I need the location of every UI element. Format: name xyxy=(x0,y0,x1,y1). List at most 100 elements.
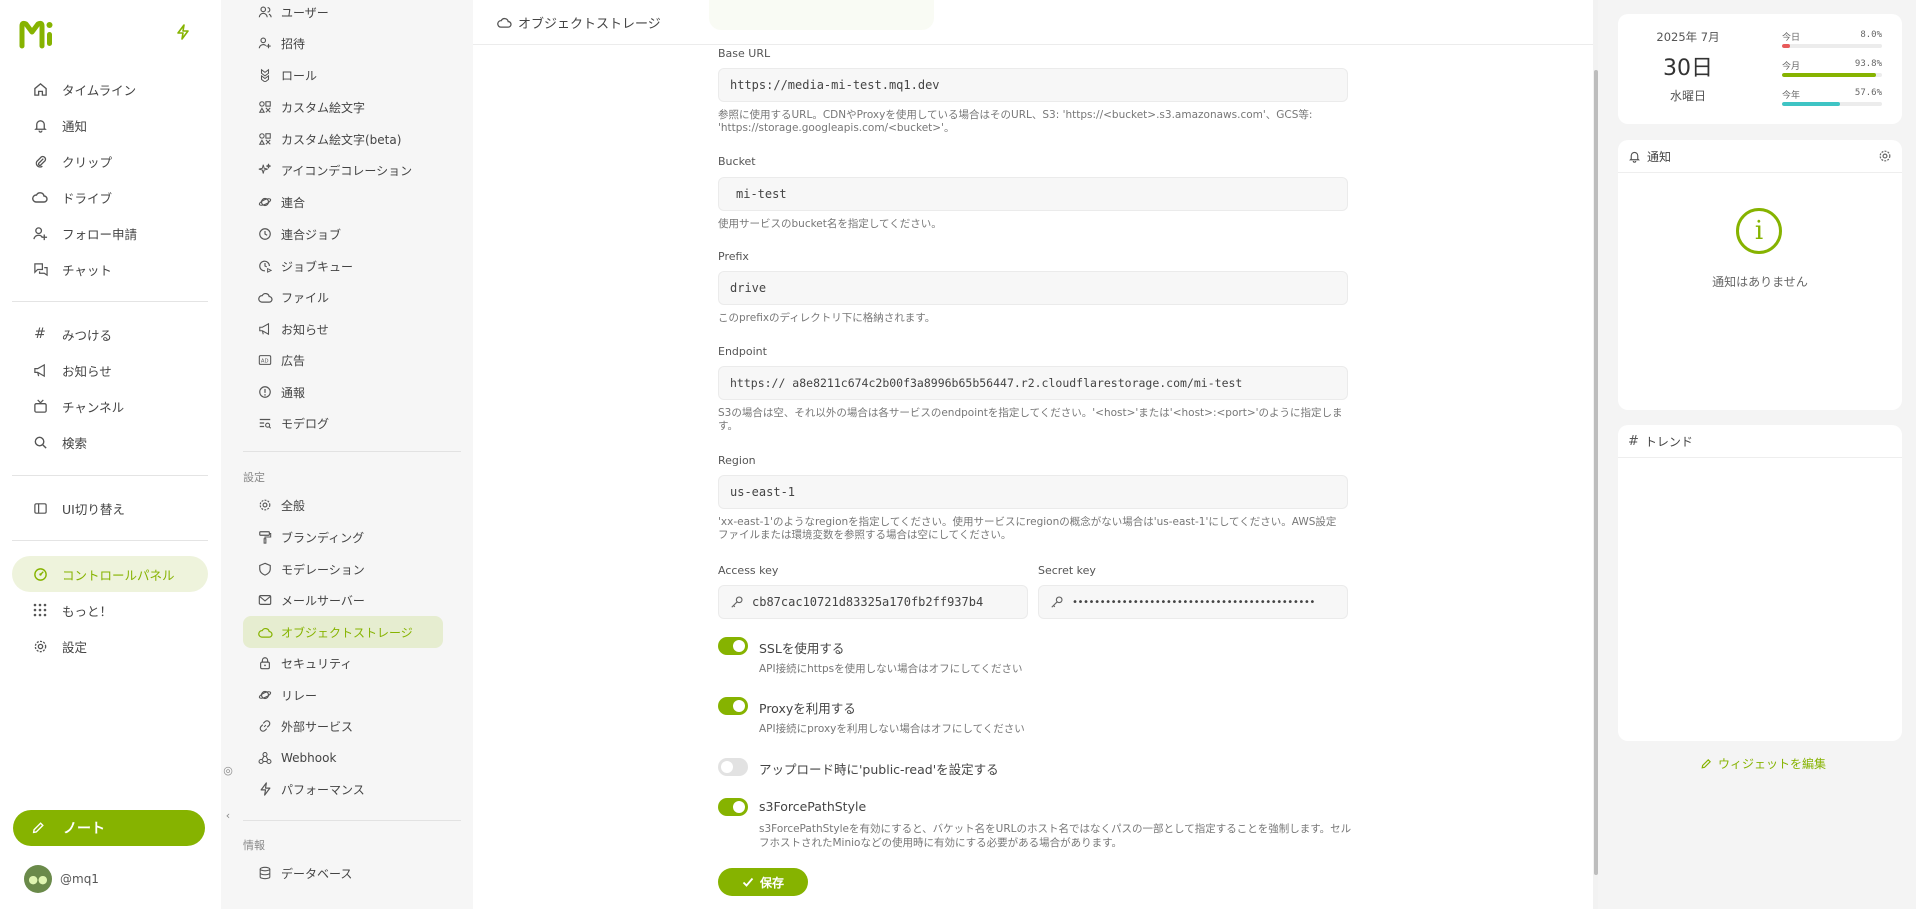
secret-key-label: Secret key xyxy=(1038,564,1096,577)
nav-item-clips[interactable]: クリップ xyxy=(12,143,208,179)
bucket-input[interactable]: mi-test xyxy=(718,177,1348,211)
sidebar-item-moderation[interactable]: モデレーション xyxy=(243,553,443,585)
sidebar-item-federation[interactable]: 連合 xyxy=(243,186,443,218)
admin-sidebar: ユーザー 招待 ロール カスタム絵文字 カスタム絵文字(beta) アイコンデコ… xyxy=(221,0,694,909)
sidebar-section-settings: 設定 xyxy=(243,471,265,484)
nav-item-explore[interactable]: # みつける xyxy=(12,316,208,352)
nav-divider xyxy=(12,475,208,476)
nav-item-label: もっと！ xyxy=(62,603,113,619)
base-url-input[interactable]: https://media-mi-test.mq1.dev xyxy=(718,68,1348,102)
bolt-icon xyxy=(257,781,273,797)
sidebar-item-security[interactable]: セキュリティ xyxy=(243,647,443,679)
info-circle-icon: i xyxy=(1736,208,1782,254)
sidebar-item-label: パフォーマンス xyxy=(281,782,365,797)
sidebar-item-announcements[interactable]: お知らせ xyxy=(243,313,443,345)
notifications-header: 通知 xyxy=(1618,140,1902,173)
sidebar-item-object-storage[interactable]: オブジェクトストレージ xyxy=(243,616,443,648)
public-read-toggle[interactable] xyxy=(718,758,748,776)
nav-item-label: チャンネル xyxy=(62,399,125,415)
stat-bar xyxy=(1782,73,1882,77)
nav-item-chat[interactable]: チャット xyxy=(12,251,208,287)
misskey-logo[interactable] xyxy=(18,18,58,50)
sidebar-item-invites[interactable]: 招待 xyxy=(243,27,443,59)
endpoint-caption: S3の場合は空、それ以外の場合は各サービスのendpointを指定してください。… xyxy=(718,407,1348,433)
prefix-input[interactable]: drive xyxy=(718,271,1348,305)
stat-label: 今月 xyxy=(1782,62,1801,72)
avatar: ●● xyxy=(24,865,52,893)
note-button[interactable]: ノート xyxy=(13,810,205,846)
region-caption: 'xx-east-1'のようなregionを指定してください。使用サービスにre… xyxy=(718,516,1348,542)
secret-key-input[interactable]: ••••••••••••••••••••••••••••••••••••••••… xyxy=(1038,585,1348,619)
sidebar-item-branding[interactable]: ブランディング xyxy=(243,521,443,553)
trends-title: トレンド xyxy=(1644,434,1693,449)
sidebar-item-users[interactable]: ユーザー xyxy=(243,0,443,28)
sidebar-item-database[interactable]: データベース xyxy=(243,857,443,889)
save-button[interactable]: 保存 xyxy=(718,868,808,896)
stat-bar xyxy=(1782,44,1882,48)
clock-icon xyxy=(257,226,273,242)
edit-widgets-label: ウィジェットを編集 xyxy=(1718,757,1827,771)
nav-item-label: 検索 xyxy=(62,435,88,451)
search-icon xyxy=(30,432,50,452)
lock-icon xyxy=(257,655,273,671)
nav-item-timeline[interactable]: タイムライン xyxy=(12,71,208,107)
proxy-toggle[interactable] xyxy=(718,697,748,715)
force-path-caption-line: s3ForcePathStyleを有効にすると、バケット名をURLのホスト名では… xyxy=(759,823,1352,835)
sidebar-item-webhook[interactable]: Webhook xyxy=(243,742,443,774)
nav-item-ui-switch[interactable]: UI切り替え xyxy=(12,490,208,526)
sidebar-item-reports[interactable]: 通報 xyxy=(243,376,443,408)
note-button-label: ノート xyxy=(63,821,105,837)
svg-text:AD: AD xyxy=(261,359,269,365)
toggle-knob xyxy=(721,761,733,773)
sidebar-item-ads[interactable]: AD 広告 xyxy=(243,344,443,376)
nav-item-drive[interactable]: ドライブ xyxy=(12,179,208,215)
sidebar-item-roles[interactable]: ロール xyxy=(243,59,443,91)
nav-item-notifications[interactable]: 通知 xyxy=(12,107,208,143)
collapse-chevron-icon[interactable]: ‹ xyxy=(221,808,235,822)
access-key-input[interactable]: cb87cac10721d83325a170fb2ff937b4 xyxy=(718,585,1028,619)
prefix-value: drive xyxy=(730,281,767,295)
hashtag-icon: # xyxy=(34,326,46,342)
account-menu[interactable]: ●● @mq1 xyxy=(24,865,99,893)
edit-widgets-button[interactable]: ウィジェットを編集 xyxy=(1700,755,1826,772)
nav-item-channels[interactable]: チャンネル xyxy=(12,388,208,424)
force-path-style-toggle[interactable] xyxy=(718,798,748,816)
nav-item-search[interactable]: 検索 xyxy=(12,424,208,460)
nav-item-announcements[interactable]: お知らせ xyxy=(12,352,208,388)
access-key-label: Access key xyxy=(718,564,779,577)
key-icon xyxy=(1050,595,1064,609)
nav-item-more[interactable]: もっと！ xyxy=(12,592,208,628)
widgets-column: 2025年 7月 30日 水曜日 今日 8.0% 今月 93.8% 今年 57.… xyxy=(1598,0,1916,909)
bucket-label: Bucket xyxy=(718,155,756,168)
nav-item-follow-requests[interactable]: フォロー申請 xyxy=(12,215,208,251)
grid-dots-icon xyxy=(30,600,50,620)
sidebar-item-performance[interactable]: パフォーマンス xyxy=(243,773,443,805)
sidebar-item-general[interactable]: 全般 xyxy=(243,489,443,521)
sidebar-item-relays[interactable]: リレー xyxy=(243,679,443,711)
nav-item-settings[interactable]: 設定 xyxy=(12,628,208,664)
sidebar-item-job-queue[interactable]: ジョブキュー xyxy=(243,250,443,282)
sidebar-item-federation-jobs[interactable]: 連合ジョブ xyxy=(243,218,443,250)
nav-item-control-panel[interactable]: コントロールパネル xyxy=(12,556,208,592)
ssl-label: SSLを使用する xyxy=(759,641,845,656)
hashtag-icon: # xyxy=(1628,433,1639,449)
gear-icon[interactable] xyxy=(1878,149,1892,163)
ssl-toggle[interactable] xyxy=(718,637,748,655)
lightning-icon[interactable] xyxy=(176,24,190,45)
gauge-small-icon[interactable]: ◎ xyxy=(221,763,235,777)
sidebar-item-files[interactable]: ファイル xyxy=(243,281,443,313)
sidebar-item-custom-emoji-beta[interactable]: カスタム絵文字(beta) xyxy=(243,123,443,155)
user-plus-icon xyxy=(257,35,273,51)
sidebar-item-avatar-decorations[interactable]: アイコンデコレーション xyxy=(243,154,443,186)
sidebar-item-external-services[interactable]: 外部サービス xyxy=(243,710,443,742)
nav-item-label: クリップ xyxy=(62,154,113,170)
sidebar-item-modlog[interactable]: モデログ xyxy=(243,407,443,439)
paint-icon xyxy=(257,529,273,545)
sidebar-item-label: Webhook xyxy=(281,751,337,765)
endpoint-input[interactable]: https:// a8e8211c674c2b00f3a8996b65b5644… xyxy=(718,366,1348,400)
tv-icon xyxy=(30,396,50,416)
region-input[interactable]: us-east-1 xyxy=(718,475,1348,509)
sidebar-item-custom-emoji[interactable]: カスタム絵文字 xyxy=(243,91,443,123)
sidebar-item-email-server[interactable]: メールサーバー xyxy=(243,584,443,616)
user-plus-icon xyxy=(30,223,50,243)
